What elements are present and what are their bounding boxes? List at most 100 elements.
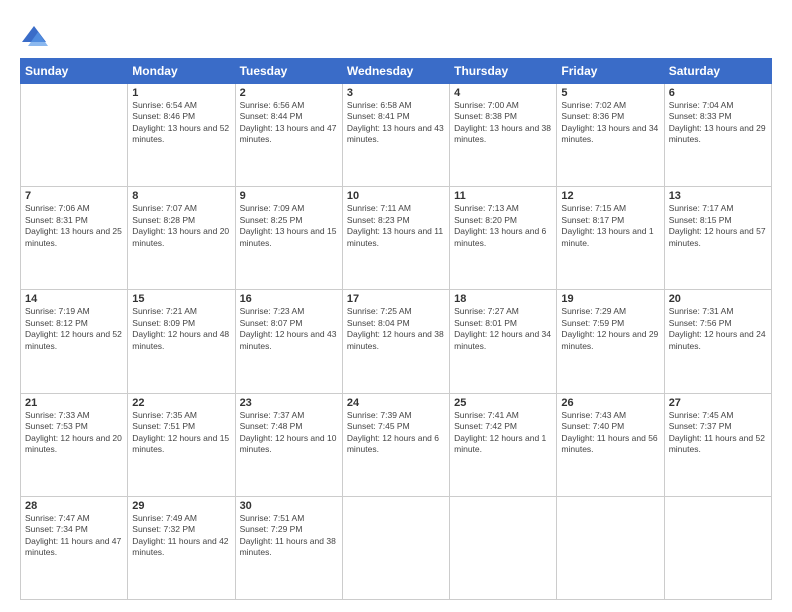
day-info: Sunrise: 7:02 AM Sunset: 8:36 PM Dayligh… <box>561 100 659 146</box>
calendar-cell: 5Sunrise: 7:02 AM Sunset: 8:36 PM Daylig… <box>557 84 664 187</box>
day-number: 22 <box>132 397 230 409</box>
calendar-cell: 23Sunrise: 7:37 AM Sunset: 7:48 PM Dayli… <box>235 393 342 496</box>
calendar-cell: 6Sunrise: 7:04 AM Sunset: 8:33 PM Daylig… <box>664 84 771 187</box>
calendar-cell: 18Sunrise: 7:27 AM Sunset: 8:01 PM Dayli… <box>450 290 557 393</box>
day-info: Sunrise: 7:51 AM Sunset: 7:29 PM Dayligh… <box>240 513 338 559</box>
day-header-tuesday: Tuesday <box>235 59 342 84</box>
day-header-monday: Monday <box>128 59 235 84</box>
day-info: Sunrise: 7:17 AM Sunset: 8:15 PM Dayligh… <box>669 203 767 249</box>
day-info: Sunrise: 7:43 AM Sunset: 7:40 PM Dayligh… <box>561 410 659 456</box>
calendar-cell: 22Sunrise: 7:35 AM Sunset: 7:51 PM Dayli… <box>128 393 235 496</box>
calendar-cell: 2Sunrise: 6:56 AM Sunset: 8:44 PM Daylig… <box>235 84 342 187</box>
calendar-cell: 12Sunrise: 7:15 AM Sunset: 8:17 PM Dayli… <box>557 187 664 290</box>
calendar-cell: 28Sunrise: 7:47 AM Sunset: 7:34 PM Dayli… <box>21 496 128 599</box>
calendar-cell: 15Sunrise: 7:21 AM Sunset: 8:09 PM Dayli… <box>128 290 235 393</box>
day-number: 3 <box>347 87 445 99</box>
day-number: 27 <box>669 397 767 409</box>
calendar-cell: 24Sunrise: 7:39 AM Sunset: 7:45 PM Dayli… <box>342 393 449 496</box>
logo <box>20 22 52 50</box>
calendar-cell: 27Sunrise: 7:45 AM Sunset: 7:37 PM Dayli… <box>664 393 771 496</box>
day-info: Sunrise: 7:47 AM Sunset: 7:34 PM Dayligh… <box>25 513 123 559</box>
day-number: 1 <box>132 87 230 99</box>
day-number: 26 <box>561 397 659 409</box>
calendar-cell <box>664 496 771 599</box>
calendar-cell: 20Sunrise: 7:31 AM Sunset: 7:56 PM Dayli… <box>664 290 771 393</box>
day-info: Sunrise: 7:07 AM Sunset: 8:28 PM Dayligh… <box>132 203 230 249</box>
day-info: Sunrise: 7:21 AM Sunset: 8:09 PM Dayligh… <box>132 306 230 352</box>
calendar-cell: 7Sunrise: 7:06 AM Sunset: 8:31 PM Daylig… <box>21 187 128 290</box>
day-number: 2 <box>240 87 338 99</box>
day-number: 4 <box>454 87 552 99</box>
calendar-cell: 9Sunrise: 7:09 AM Sunset: 8:25 PM Daylig… <box>235 187 342 290</box>
calendar-cell <box>342 496 449 599</box>
day-info: Sunrise: 7:13 AM Sunset: 8:20 PM Dayligh… <box>454 203 552 249</box>
day-info: Sunrise: 7:39 AM Sunset: 7:45 PM Dayligh… <box>347 410 445 456</box>
day-number: 30 <box>240 500 338 512</box>
day-info: Sunrise: 7:45 AM Sunset: 7:37 PM Dayligh… <box>669 410 767 456</box>
day-number: 18 <box>454 293 552 305</box>
calendar-cell: 29Sunrise: 7:49 AM Sunset: 7:32 PM Dayli… <box>128 496 235 599</box>
day-number: 15 <box>132 293 230 305</box>
calendar-cell: 3Sunrise: 6:58 AM Sunset: 8:41 PM Daylig… <box>342 84 449 187</box>
day-info: Sunrise: 7:04 AM Sunset: 8:33 PM Dayligh… <box>669 100 767 146</box>
day-header-thursday: Thursday <box>450 59 557 84</box>
day-number: 12 <box>561 190 659 202</box>
day-number: 6 <box>669 87 767 99</box>
day-info: Sunrise: 7:09 AM Sunset: 8:25 PM Dayligh… <box>240 203 338 249</box>
day-info: Sunrise: 7:06 AM Sunset: 8:31 PM Dayligh… <box>25 203 123 249</box>
day-info: Sunrise: 7:49 AM Sunset: 7:32 PM Dayligh… <box>132 513 230 559</box>
calendar-cell: 17Sunrise: 7:25 AM Sunset: 8:04 PM Dayli… <box>342 290 449 393</box>
day-info: Sunrise: 7:00 AM Sunset: 8:38 PM Dayligh… <box>454 100 552 146</box>
day-info: Sunrise: 7:31 AM Sunset: 7:56 PM Dayligh… <box>669 306 767 352</box>
day-info: Sunrise: 6:58 AM Sunset: 8:41 PM Dayligh… <box>347 100 445 146</box>
calendar-cell: 10Sunrise: 7:11 AM Sunset: 8:23 PM Dayli… <box>342 187 449 290</box>
calendar-table: SundayMondayTuesdayWednesdayThursdayFrid… <box>20 58 772 600</box>
calendar-cell: 16Sunrise: 7:23 AM Sunset: 8:07 PM Dayli… <box>235 290 342 393</box>
calendar-cell: 11Sunrise: 7:13 AM Sunset: 8:20 PM Dayli… <box>450 187 557 290</box>
day-header-sunday: Sunday <box>21 59 128 84</box>
day-number: 17 <box>347 293 445 305</box>
day-info: Sunrise: 7:29 AM Sunset: 7:59 PM Dayligh… <box>561 306 659 352</box>
day-number: 14 <box>25 293 123 305</box>
calendar-cell: 14Sunrise: 7:19 AM Sunset: 8:12 PM Dayli… <box>21 290 128 393</box>
calendar-cell: 26Sunrise: 7:43 AM Sunset: 7:40 PM Dayli… <box>557 393 664 496</box>
day-number: 8 <box>132 190 230 202</box>
day-number: 24 <box>347 397 445 409</box>
day-header-saturday: Saturday <box>664 59 771 84</box>
day-number: 20 <box>669 293 767 305</box>
day-info: Sunrise: 7:33 AM Sunset: 7:53 PM Dayligh… <box>25 410 123 456</box>
day-number: 29 <box>132 500 230 512</box>
day-number: 28 <box>25 500 123 512</box>
calendar-cell: 8Sunrise: 7:07 AM Sunset: 8:28 PM Daylig… <box>128 187 235 290</box>
day-number: 10 <box>347 190 445 202</box>
day-info: Sunrise: 7:11 AM Sunset: 8:23 PM Dayligh… <box>347 203 445 249</box>
day-number: 7 <box>25 190 123 202</box>
calendar-cell: 25Sunrise: 7:41 AM Sunset: 7:42 PM Dayli… <box>450 393 557 496</box>
day-info: Sunrise: 7:37 AM Sunset: 7:48 PM Dayligh… <box>240 410 338 456</box>
day-number: 16 <box>240 293 338 305</box>
calendar-cell <box>557 496 664 599</box>
calendar-cell: 1Sunrise: 6:54 AM Sunset: 8:46 PM Daylig… <box>128 84 235 187</box>
calendar-cell <box>21 84 128 187</box>
day-info: Sunrise: 7:23 AM Sunset: 8:07 PM Dayligh… <box>240 306 338 352</box>
day-info: Sunrise: 7:41 AM Sunset: 7:42 PM Dayligh… <box>454 410 552 456</box>
day-number: 25 <box>454 397 552 409</box>
day-number: 13 <box>669 190 767 202</box>
day-info: Sunrise: 7:19 AM Sunset: 8:12 PM Dayligh… <box>25 306 123 352</box>
day-number: 21 <box>25 397 123 409</box>
day-info: Sunrise: 7:25 AM Sunset: 8:04 PM Dayligh… <box>347 306 445 352</box>
day-number: 23 <box>240 397 338 409</box>
day-info: Sunrise: 6:56 AM Sunset: 8:44 PM Dayligh… <box>240 100 338 146</box>
day-number: 19 <box>561 293 659 305</box>
day-number: 9 <box>240 190 338 202</box>
calendar-cell: 30Sunrise: 7:51 AM Sunset: 7:29 PM Dayli… <box>235 496 342 599</box>
day-info: Sunrise: 7:35 AM Sunset: 7:51 PM Dayligh… <box>132 410 230 456</box>
day-number: 5 <box>561 87 659 99</box>
day-info: Sunrise: 6:54 AM Sunset: 8:46 PM Dayligh… <box>132 100 230 146</box>
day-header-wednesday: Wednesday <box>342 59 449 84</box>
calendar-cell: 21Sunrise: 7:33 AM Sunset: 7:53 PM Dayli… <box>21 393 128 496</box>
day-header-friday: Friday <box>557 59 664 84</box>
calendar-cell: 13Sunrise: 7:17 AM Sunset: 8:15 PM Dayli… <box>664 187 771 290</box>
day-number: 11 <box>454 190 552 202</box>
calendar-cell <box>450 496 557 599</box>
